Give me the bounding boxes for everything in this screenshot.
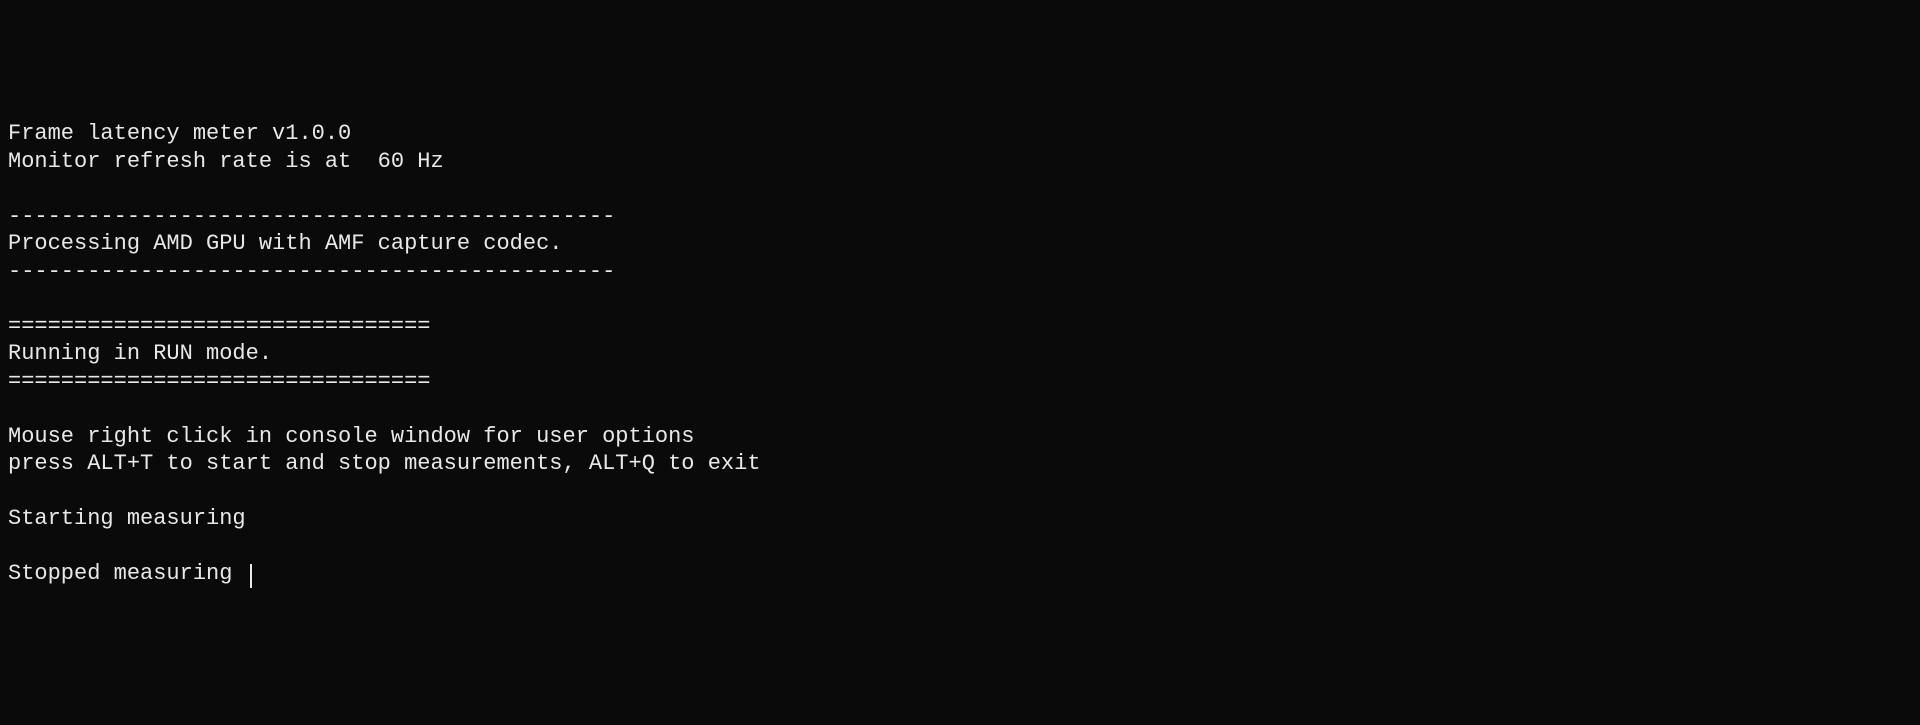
console-line: press ALT+T to start and stop measuremen…	[8, 450, 1912, 478]
console-line: Processing AMD GPU with AMF capture code…	[8, 230, 1912, 258]
console-line	[8, 285, 1912, 313]
console-line: Mouse right click in console window for …	[8, 423, 1912, 451]
console-line: Frame latency meter v1.0.0	[8, 120, 1912, 148]
console-output[interactable]: Frame latency meter v1.0.0Monitor refres…	[8, 120, 1912, 588]
console-line: ================================	[8, 313, 1912, 341]
console-line: Monitor refresh rate is at 60 Hz	[8, 148, 1912, 176]
console-line	[8, 395, 1912, 423]
console-line	[8, 533, 1912, 561]
console-text: Stopped measuring	[8, 561, 246, 586]
console-line	[8, 175, 1912, 203]
cursor-icon	[250, 564, 252, 588]
console-line: Starting measuring	[8, 505, 1912, 533]
console-line	[8, 478, 1912, 506]
console-line: Running in RUN mode.	[8, 340, 1912, 368]
console-line: ================================	[8, 368, 1912, 396]
console-line: ----------------------------------------…	[8, 203, 1912, 231]
console-line: ----------------------------------------…	[8, 258, 1912, 286]
console-last-line: Stopped measuring	[8, 560, 1912, 588]
